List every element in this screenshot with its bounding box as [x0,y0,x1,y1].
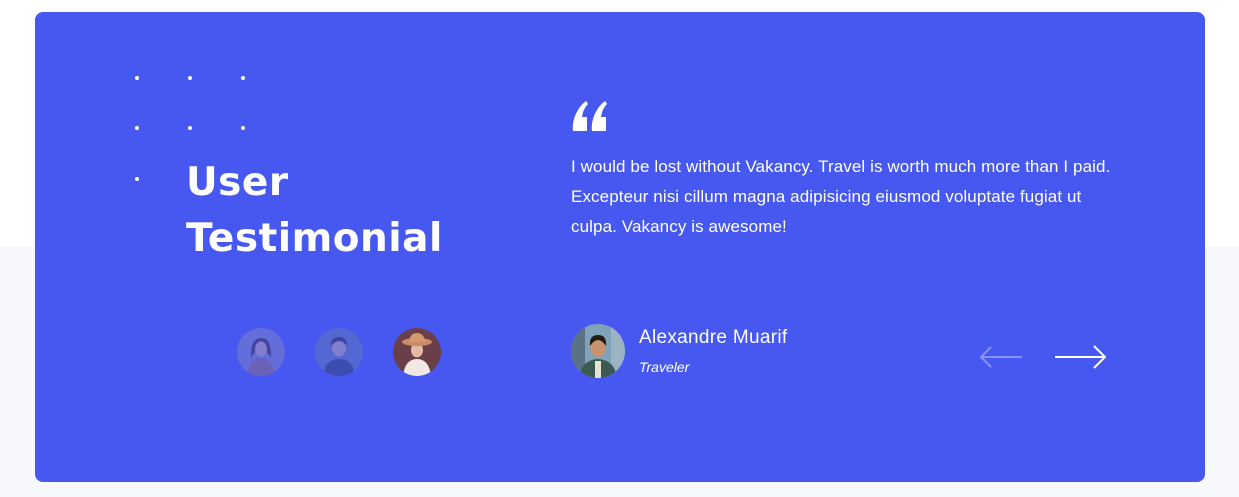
author-role: Traveler [639,359,690,375]
previous-button[interactable] [979,342,1033,372]
testimonial-avatar-3[interactable] [393,328,441,376]
man-portrait-icon [315,328,363,376]
arrow-left-icon [979,346,1022,368]
man-portrait-icon [571,324,625,378]
section-title-line1: User [186,160,289,205]
decor-dot [188,126,192,130]
next-button[interactable] [1053,342,1107,372]
quote-icon [572,101,607,131]
arrow-right-icon [1055,345,1107,369]
woman-hat-portrait-icon [393,328,441,376]
decor-dot [135,177,139,181]
author-avatar [571,324,625,378]
testimonial-card: User Testimonial I would be lost without… [35,12,1205,482]
decor-dot [135,76,139,80]
testimonial-avatar-1[interactable] [237,328,285,376]
decor-dot [241,126,245,130]
decor-dot [188,76,192,80]
decor-dot [135,126,139,130]
woman-portrait-icon [237,328,285,376]
section-title: User Testimonial [186,155,443,267]
section-title-line2: Testimonial [186,216,443,261]
testimonial-avatar-2[interactable] [315,328,363,376]
decor-dot [241,76,245,80]
testimonial-quote: I would be lost without Vakancy. Travel … [571,157,1111,236]
author-name: Alexandre Muarif [639,327,788,348]
